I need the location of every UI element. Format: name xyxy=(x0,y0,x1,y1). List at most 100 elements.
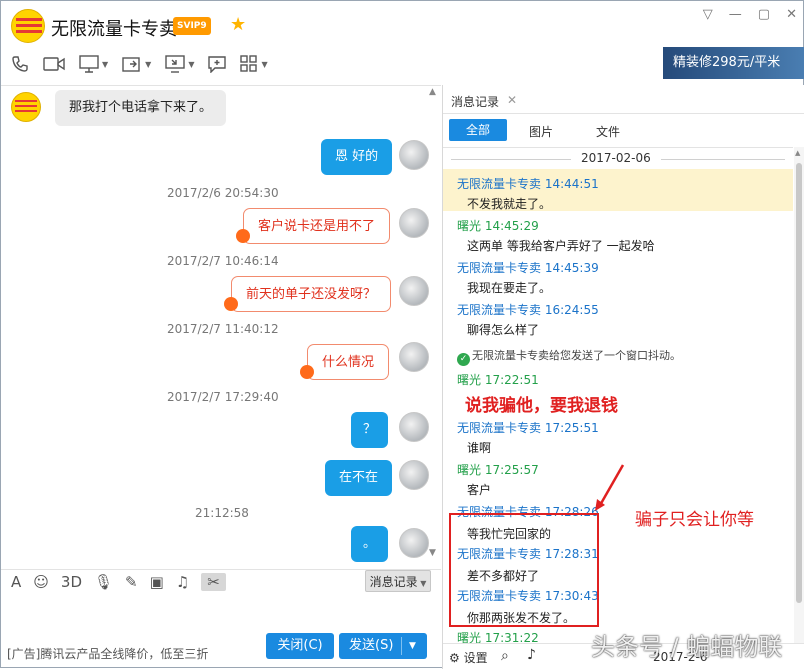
scroll-up-arrow[interactable]: ▲ xyxy=(429,87,436,97)
message-bubble: 什么情况 xyxy=(300,344,390,380)
remote-desktop-icon[interactable]: ▼ xyxy=(165,55,194,73)
my-avatar[interactable] xyxy=(399,276,429,306)
my-avatar[interactable] xyxy=(399,412,429,442)
speaker-icon[interactable]: ♪ xyxy=(527,647,536,663)
close-icon[interactable]: ✕ xyxy=(507,93,517,107)
close-icon[interactable]: ✕ xyxy=(786,7,797,22)
image-icon[interactable]: ▣ xyxy=(150,573,164,591)
settings-button[interactable]: ⚙ 设置 xyxy=(449,649,488,666)
message-bubble: 恩 好的 xyxy=(321,139,393,175)
my-avatar[interactable] xyxy=(399,342,429,372)
highlight-box xyxy=(449,513,599,627)
contact-avatar[interactable] xyxy=(11,92,41,122)
history-message: 聊得怎么样了 xyxy=(467,323,540,337)
flame-bubble-icon xyxy=(300,365,314,379)
message-bubble: ？ xyxy=(351,412,389,448)
ad-banner[interactable]: 精装修298元/平米 xyxy=(663,47,804,79)
history-sender: 曙光 17:22:51 xyxy=(457,373,539,387)
window-controls: ▽ — ▢ ✕ xyxy=(703,7,797,22)
message-timestamp: 2017/2/7 10:46:14 xyxy=(167,254,279,268)
scissors-icon[interactable]: ✂ xyxy=(201,572,226,591)
filter-files-button[interactable]: 文件 xyxy=(596,123,620,140)
svip-badge[interactable]: SVIP9 xyxy=(173,17,211,35)
send-button[interactable]: 发送(S) ▼ xyxy=(339,633,427,659)
annotation-text: 说我骗他，要我退钱 xyxy=(465,396,618,416)
window-title: 无限流量卡专卖 xyxy=(51,19,177,40)
music-icon[interactable]: ♫ xyxy=(176,573,189,591)
skin-icon[interactable]: ▽ xyxy=(703,7,713,22)
history-sender: 无限流量卡专卖 14:44:51 xyxy=(457,177,599,191)
history-sender: 无限流量卡专卖 16:24:55 xyxy=(457,303,599,317)
chevron-down-icon[interactable]: ▼ xyxy=(102,60,108,69)
close-button[interactable]: 关闭(C) xyxy=(266,633,334,659)
message-bubble: 。 xyxy=(351,526,389,562)
contact-avatar[interactable] xyxy=(11,9,45,43)
history-message: 这两单 等我给客户弄好了 一起发哈 xyxy=(467,239,655,253)
chevron-down-icon[interactable]: ▼ xyxy=(261,60,267,69)
pen-icon[interactable]: ✎ xyxy=(125,573,138,591)
window-header: 无限流量卡专卖 SVIP9 ★ ▽ — ▢ ✕ ▼ ▼ ▼ ▼ 精装修298元/… xyxy=(1,1,804,85)
message-timestamp: 2017/2/7 11:40:12 xyxy=(167,322,279,336)
minimize-icon[interactable]: — xyxy=(729,7,742,22)
microphone-icon[interactable]: 🎙 xyxy=(94,573,113,591)
send-options-dropdown[interactable]: ▼ xyxy=(409,633,416,659)
filter-images-button[interactable]: 图片 xyxy=(529,123,553,140)
watermark: 头条号 / 蝙蝠物联 xyxy=(591,633,783,661)
chat-area[interactable]: 那我打个电话拿下来了。 恩 好的 2017/2/6 20:54:30 客户说卡还… xyxy=(1,85,441,569)
chevron-down-icon[interactable]: ▼ xyxy=(145,60,151,69)
emoji-icon[interactable]: ☺ xyxy=(33,573,49,591)
footer-ad-link[interactable]: [广告]腾讯云产品全线降价，低至三折 xyxy=(7,645,208,662)
history-panel: 消息记录 ✕ 全部 图片 文件 2017-02-06 无限流量卡专卖 14:44… xyxy=(442,85,804,669)
message-text: 客户说卡还是用不了 xyxy=(258,219,376,234)
video-call-icon[interactable] xyxy=(43,56,65,72)
history-sender: 无限流量卡专卖 17:25:51 xyxy=(457,421,599,435)
scroll-up-arrow[interactable]: ▲ xyxy=(795,149,800,157)
chat-toolbar: ▼ ▼ ▼ ▼ xyxy=(11,55,268,73)
divider xyxy=(443,113,804,114)
screen-share-icon[interactable]: ▼ xyxy=(79,55,108,73)
system-notice: ✓ 无限流量卡专卖给您发送了一个窗口抖动。 xyxy=(457,347,681,366)
date-separator: 2017-02-06 xyxy=(443,151,793,167)
history-message: 客户 xyxy=(467,483,492,497)
message-icon[interactable] xyxy=(208,55,227,73)
search-icon[interactable]: ⌕ xyxy=(501,648,509,664)
my-avatar[interactable] xyxy=(399,208,429,238)
tab-message-history[interactable]: 消息记录 xyxy=(451,93,499,110)
send-button-divider xyxy=(401,637,402,655)
my-avatar[interactable] xyxy=(399,460,429,490)
scrollbar-thumb[interactable] xyxy=(796,163,802,603)
history-sender: 曙光 14:45:29 xyxy=(457,219,539,233)
checkmark-icon: ✓ xyxy=(457,353,470,366)
flame-bubble-icon xyxy=(224,297,238,311)
divider xyxy=(443,147,793,148)
system-notice-text: 无限流量卡专卖给您发送了一个窗口抖动。 xyxy=(472,349,681,362)
message-text: 什么情况 xyxy=(322,355,375,370)
message-bubble: 在不在 xyxy=(325,460,393,496)
message-bubble: 客户说卡还是用不了 xyxy=(236,208,391,244)
restore-icon[interactable]: ▢ xyxy=(758,7,770,22)
my-avatar[interactable] xyxy=(399,140,429,170)
message-history-label: 消息记录 xyxy=(369,575,418,589)
font-icon[interactable]: A xyxy=(11,573,21,591)
history-message: 我现在要走了。 xyxy=(467,281,552,295)
history-scrollbar[interactable]: ▲ xyxy=(794,147,804,669)
filter-all-button[interactable]: 全部 xyxy=(449,119,507,141)
annotation-text: 骗子只会让你等 xyxy=(635,510,754,530)
chat-window: 无限流量卡专卖 SVIP9 ★ ▽ — ▢ ✕ ▼ ▼ ▼ ▼ 精装修298元/… xyxy=(0,0,804,669)
history-message: 谁啊 xyxy=(467,441,492,455)
3d-emoji-icon[interactable]: 3D xyxy=(61,573,82,591)
star-icon[interactable]: ★ xyxy=(230,14,246,35)
arrow-icon xyxy=(595,464,625,511)
message-bubble: 那我打个电话拿下来了。 xyxy=(55,90,227,126)
scroll-down-arrow[interactable]: ▼ xyxy=(429,548,436,558)
flame-bubble-icon xyxy=(236,229,250,243)
apps-grid-icon[interactable]: ▼ xyxy=(240,55,268,73)
chevron-down-icon[interactable]: ▼ xyxy=(188,60,194,69)
send-file-icon[interactable]: ▼ xyxy=(122,55,151,73)
my-avatar[interactable] xyxy=(399,528,429,558)
message-history-button[interactable]: 消息记录 ▼ xyxy=(365,570,431,592)
settings-label: 设置 xyxy=(463,651,488,665)
phone-icon[interactable] xyxy=(11,55,29,73)
message-timestamp: 2017/2/7 17:29:40 xyxy=(167,390,279,404)
history-sender: 曙光 17:25:57 xyxy=(457,463,539,477)
